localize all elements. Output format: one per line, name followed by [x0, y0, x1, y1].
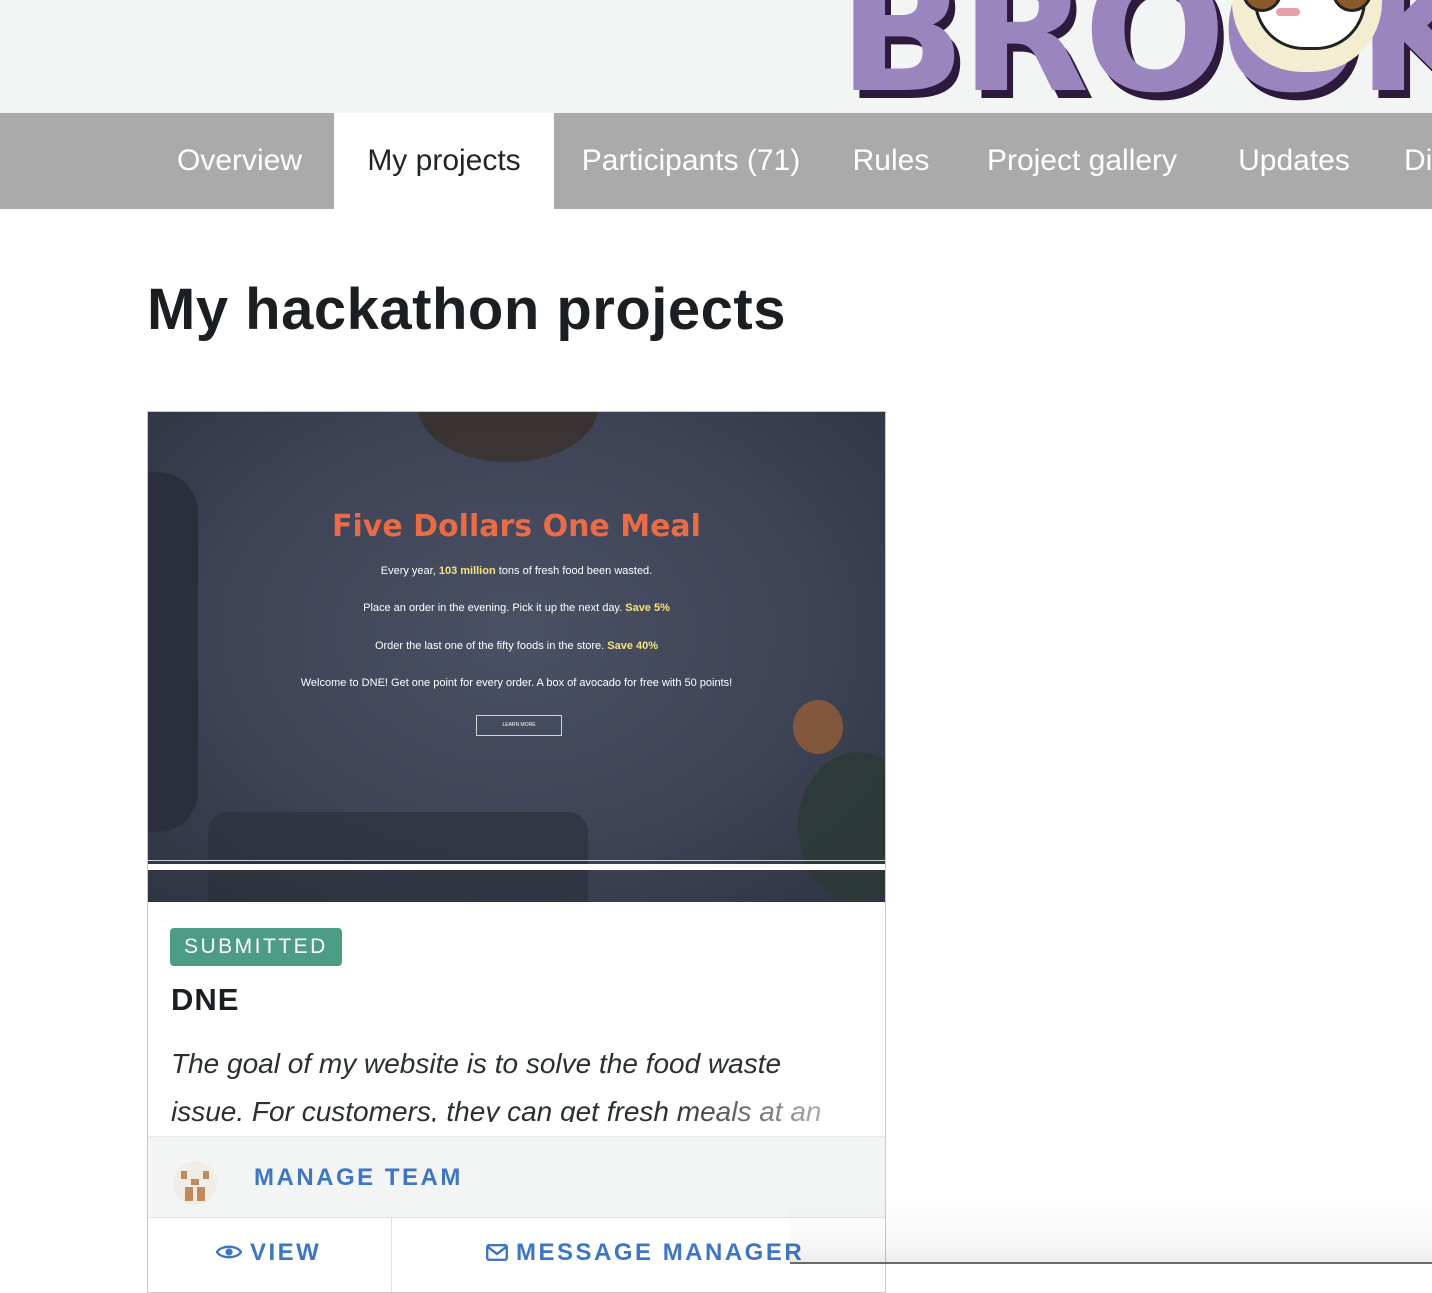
- thumbnail-line-3: Order the last one of the fifty foods in…: [374, 640, 659, 652]
- status-badge: SUBMITTED: [170, 928, 342, 966]
- team-avatar: [173, 1161, 217, 1205]
- card-actions: VIEW MESSAGE MANAGER: [148, 1217, 885, 1292]
- thumbnail-title: Five Dollars One Meal: [332, 509, 701, 544]
- view-label: VIEW: [250, 1239, 322, 1266]
- thumbnail-learn-more-button: LEARN MORE: [476, 715, 562, 736]
- tab-rules[interactable]: Rules: [828, 113, 954, 209]
- message-manager-button[interactable]: MESSAGE MANAGER: [486, 1217, 804, 1290]
- tab-discussions[interactable]: Di: [1378, 113, 1432, 209]
- hackathon-nav: Overview My projects Participants (71) R…: [0, 113, 1432, 209]
- tab-project-gallery[interactable]: Project gallery: [954, 113, 1210, 209]
- project-card: Five Dollars One Meal Every year, 103 mi…: [147, 411, 886, 1293]
- tab-updates[interactable]: Updates: [1210, 113, 1378, 209]
- project-name[interactable]: DNE: [171, 982, 239, 1018]
- page-title: My hackathon projects: [147, 277, 786, 342]
- manage-team-link[interactable]: MANAGE TEAM: [254, 1137, 463, 1219]
- thumbnail-line-1: Every year, 103 million tons of fresh fo…: [380, 565, 653, 577]
- tab-participants[interactable]: Participants (71): [554, 113, 828, 209]
- project-thumbnail[interactable]: Five Dollars One Meal Every year, 103 mi…: [148, 412, 885, 902]
- envelope-icon: [486, 1218, 509, 1290]
- floating-bar-shadow: [790, 1200, 1432, 1264]
- tab-my-projects[interactable]: My projects: [334, 113, 554, 209]
- thumbnail-line-2: Place an order in the evening. Pick it u…: [363, 602, 670, 614]
- thumbnail-line-4: Welcome to DNE! Get one point for every …: [300, 677, 733, 689]
- view-button[interactable]: VIEW: [215, 1217, 322, 1290]
- eye-icon: [215, 1218, 243, 1290]
- team-bar: MANAGE TEAM: [148, 1136, 885, 1218]
- tab-overview[interactable]: Overview: [145, 113, 334, 209]
- message-manager-label: MESSAGE MANAGER: [516, 1239, 805, 1266]
- top-banner: BROOK: [0, 0, 1432, 113]
